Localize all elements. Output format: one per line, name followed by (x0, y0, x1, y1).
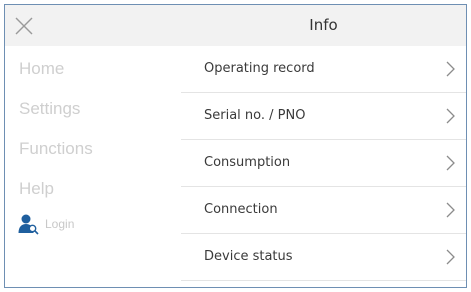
list-item-label: Serial no. / PNO (204, 108, 306, 123)
list-item-label: Consumption (204, 155, 291, 170)
login-button[interactable]: Login (17, 212, 74, 236)
header-bar: Info (5, 5, 466, 46)
sidebar-item-functions[interactable]: Functions (19, 139, 93, 159)
chevron-right-icon (446, 249, 455, 265)
user-key-icon (18, 214, 39, 235)
chevron-right-icon (446, 202, 455, 218)
list-item-operating-record[interactable]: Operating record (181, 46, 466, 93)
list-item-label: Device status (204, 249, 293, 264)
chevron-right-icon (446, 108, 455, 124)
list-item-device-status[interactable]: Device status (181, 234, 466, 281)
login-label: Login (45, 217, 75, 231)
close-button[interactable] (14, 16, 34, 36)
list-item-serial-no[interactable]: Serial no. / PNO (181, 93, 466, 140)
sidebar-item-help[interactable]: Help (19, 179, 54, 199)
close-icon (15, 17, 33, 35)
list-item-label: Operating record (204, 61, 315, 76)
list-item-consumption[interactable]: Consumption (181, 140, 466, 187)
info-window: Info Home Settings Functions Help Login … (4, 4, 467, 288)
info-list: Operating record Serial no. / PNO Consum… (181, 46, 466, 287)
chevron-right-icon (446, 155, 455, 171)
list-item-connection[interactable]: Connection (181, 187, 466, 234)
sidebar-menu: Home Settings Functions Help Login (5, 46, 177, 287)
sidebar-item-home[interactable]: Home (19, 59, 64, 79)
page-title: Info (309, 16, 338, 34)
sidebar-item-settings[interactable]: Settings (19, 99, 80, 119)
chevron-right-icon (446, 61, 455, 77)
list-item-label: Connection (204, 202, 278, 217)
